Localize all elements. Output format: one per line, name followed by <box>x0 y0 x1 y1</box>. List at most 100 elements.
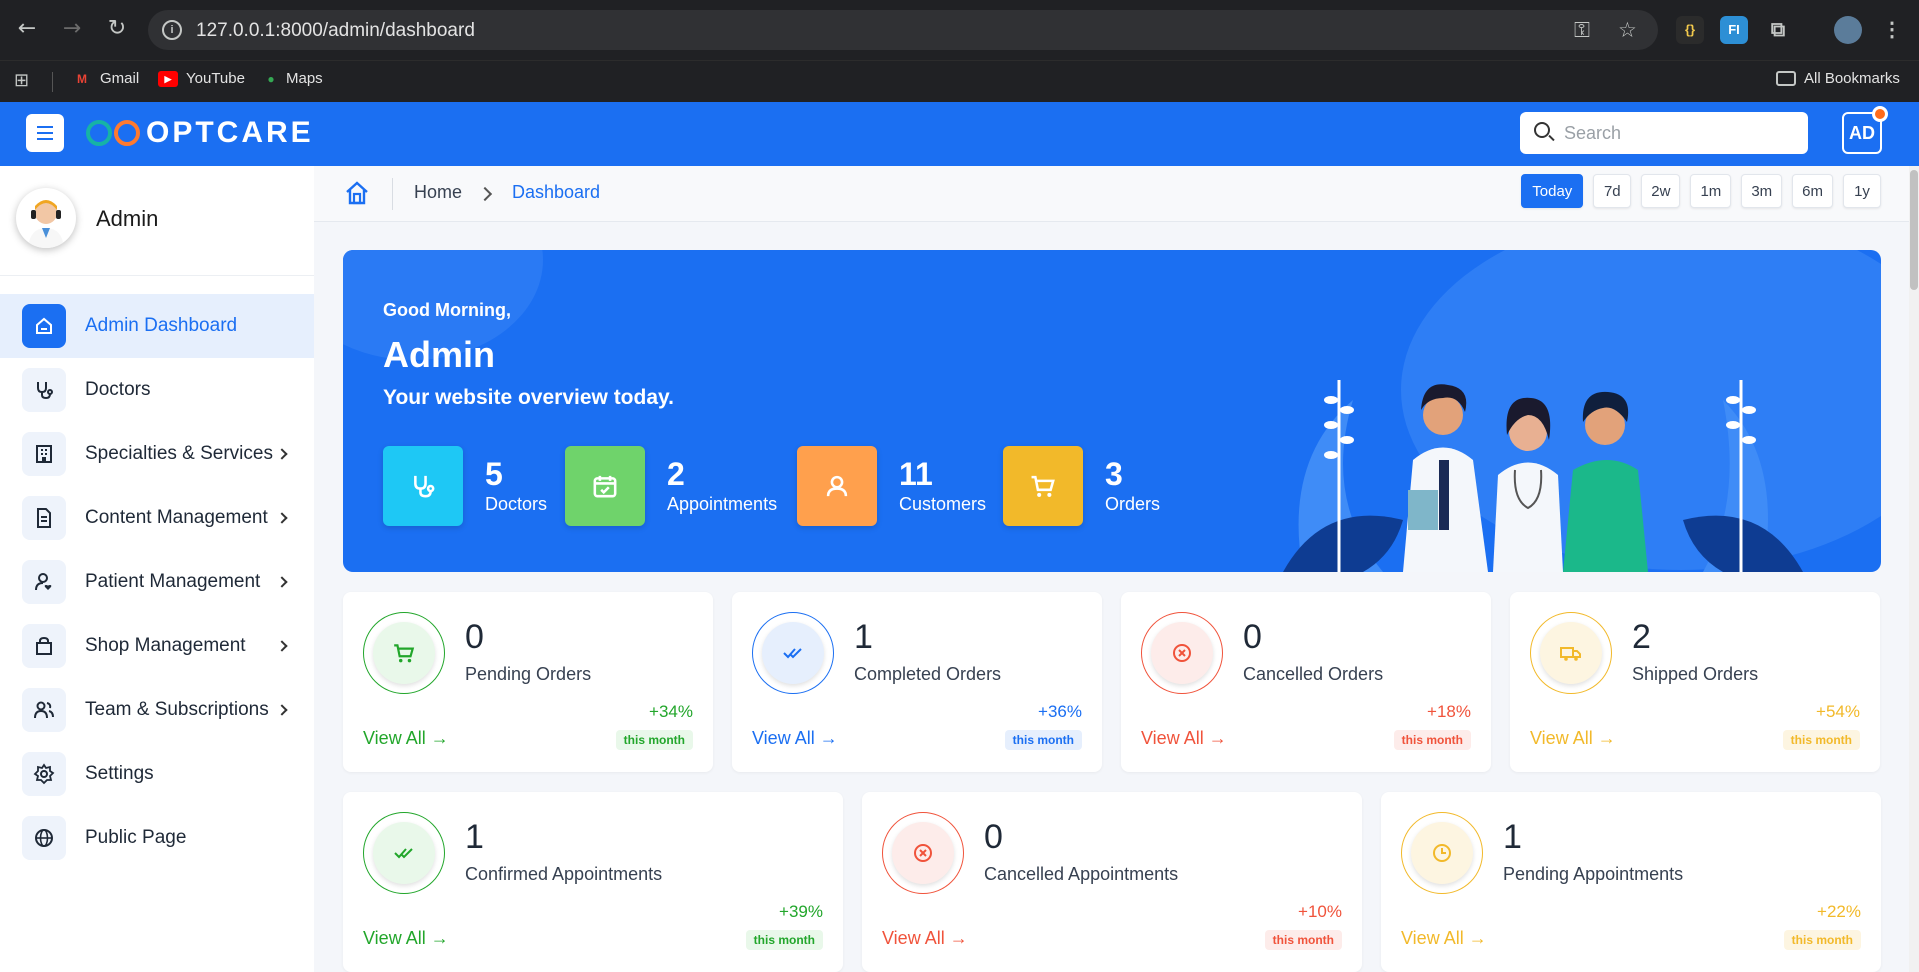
globe-icon <box>22 816 66 860</box>
truck-icon <box>1540 622 1602 684</box>
cart-icon <box>1003 446 1083 526</box>
bookmark-star-icon[interactable]: ☆ <box>1618 18 1637 42</box>
site-info-icon[interactable]: i <box>162 20 182 40</box>
range-today-button[interactable]: Today <box>1521 174 1584 208</box>
sidebar-item-admin-dashboard[interactable]: Admin Dashboard <box>0 294 314 358</box>
extensions-puzzle-icon[interactable]: ⧉ <box>1764 16 1792 44</box>
search-input[interactable] <box>1564 112 1794 154</box>
back-icon[interactable]: ← <box>12 14 42 44</box>
bookmark-youtube[interactable]: ▶ YouTube <box>158 70 245 87</box>
all-bookmarks[interactable]: All Bookmarks <box>1776 70 1900 87</box>
arrow-right-icon: → <box>430 728 449 748</box>
arrow-right-icon: → <box>949 928 968 948</box>
sidebar-item-settings[interactable]: Settings <box>0 742 314 806</box>
range-2w-button[interactable]: 2w <box>1641 174 1681 208</box>
user-icon <box>797 446 877 526</box>
card-label: Completed Orders <box>854 664 1002 684</box>
cart-icon <box>373 622 435 684</box>
url-text[interactable]: 127.0.0.1:8000/admin/dashboard <box>196 20 475 42</box>
range-1m-button[interactable]: 1m <box>1690 174 1732 208</box>
view-all-link[interactable]: View All → <box>1401 928 1487 949</box>
bookmark-maps[interactable]: ● Maps <box>264 70 322 87</box>
password-key-icon[interactable]: ⚿ <box>1574 18 1590 43</box>
scrollbar-thumb[interactable] <box>1910 170 1918 290</box>
user-avatar-button[interactable]: AD <box>1842 106 1888 154</box>
stat-card: 0 Cancelled Appointments +10% View All →… <box>862 792 1362 972</box>
profile-avatar-icon[interactable] <box>1834 16 1862 44</box>
stat-card: 0 Pending Orders +34% View All → this mo… <box>343 592 713 772</box>
greeting-text: Good Morning, <box>383 300 511 320</box>
chevron-right-icon <box>276 640 288 652</box>
address-bar[interactable]: i 127.0.0.1:8000/admin/dashboard ⚿ ☆ <box>148 10 1658 50</box>
building-icon <box>22 432 66 476</box>
extension-fi-icon[interactable]: FI <box>1720 16 1748 44</box>
sidebar-item-content-management[interactable]: Content Management <box>0 486 314 550</box>
sidebar-profile: Admin <box>0 166 314 276</box>
youtube-icon: ▶ <box>158 70 178 87</box>
range-6m-button[interactable]: 6m <box>1792 174 1833 208</box>
medical-team-illustration <box>1283 380 1803 572</box>
view-all-link[interactable]: View All → <box>752 728 838 749</box>
view-all-link[interactable]: View All → <box>1530 728 1616 749</box>
card-change-percent: +10% <box>1298 902 1342 921</box>
stat-doctors[interactable]: 5 Doctors <box>383 446 547 526</box>
reload-icon[interactable]: ↻ <box>102 14 132 44</box>
stat-customers[interactable]: 11 Customers <box>797 446 986 526</box>
menu-toggle-button[interactable] <box>26 114 64 152</box>
apps-grid-icon[interactable]: ⊞ <box>14 70 29 91</box>
period-badge: this month <box>1264 930 1342 950</box>
period-badge: this month <box>1782 730 1860 750</box>
brand-name: OPTCARE <box>146 116 314 149</box>
view-all-link[interactable]: View All → <box>363 928 449 949</box>
stat-card: 2 Shipped Orders +54% View All → this mo… <box>1510 592 1880 772</box>
notification-dot <box>1872 106 1888 122</box>
sidebar-item-specialties-services[interactable]: Specialties & Services <box>0 422 314 486</box>
bookmark-gmail[interactable]: M Gmail <box>72 70 139 87</box>
view-all-link[interactable]: View All → <box>882 928 968 949</box>
breadcrumb-divider <box>392 178 393 210</box>
card-value: 1 <box>465 818 484 856</box>
sidebar-item-shop-management[interactable]: Shop Management <box>0 614 314 678</box>
patient-icon <box>22 560 66 604</box>
stat-label: Doctors <box>485 493 548 514</box>
logo-rings-icon <box>86 120 140 146</box>
stat-orders[interactable]: 3 Orders <box>1003 446 1160 526</box>
chevron-right-icon <box>276 512 288 524</box>
stat-label: Orders <box>1105 493 1161 514</box>
chrome-menu-icon[interactable]: ⋮ <box>1878 16 1906 44</box>
card-change-percent: +36% <box>1038 702 1082 721</box>
period-badge: this month <box>1393 730 1471 750</box>
card-label: Pending Orders <box>465 664 592 684</box>
sidebar-item-patient-management[interactable]: Patient Management <box>0 550 314 614</box>
range-3m-button[interactable]: 3m <box>1741 174 1783 208</box>
stat-card: 0 Cancelled Orders +18% View All → this … <box>1121 592 1491 772</box>
sidebar-item-public-page[interactable]: Public Page <box>0 806 314 870</box>
folder-icon <box>1776 71 1796 86</box>
chevron-right-icon <box>276 704 288 716</box>
arrow-right-icon: → <box>1597 728 1616 748</box>
range-1y-button[interactable]: 1y <box>1843 174 1881 208</box>
sidebar-item-doctors[interactable]: Doctors <box>0 358 314 422</box>
view-all-link[interactable]: View All → <box>1141 728 1227 749</box>
card-change-percent: +39% <box>779 902 823 921</box>
extension-json-icon[interactable]: {} <box>1676 16 1704 44</box>
stat-card: 1 Confirmed Appointments +39% View All →… <box>343 792 843 972</box>
double-check-icon <box>762 622 824 684</box>
brand-logo[interactable]: OPTCARE <box>86 116 314 150</box>
card-label: Confirmed Appointments <box>465 864 663 884</box>
card-label: Cancelled Orders <box>1243 664 1384 684</box>
forward-icon[interactable]: → <box>57 14 87 44</box>
view-all-link[interactable]: View All → <box>363 728 449 749</box>
home-icon[interactable] <box>344 180 370 206</box>
gmail-icon: M <box>77 71 87 86</box>
card-change-percent: +18% <box>1427 702 1471 721</box>
bag-icon <box>22 624 66 668</box>
chevron-right-icon <box>276 448 288 460</box>
search-box[interactable] <box>1520 112 1808 154</box>
card-change-percent: +34% <box>649 702 693 721</box>
card-icon-ring <box>363 612 445 694</box>
range-7d-button[interactable]: 7d <box>1593 174 1632 208</box>
sidebar-item-team-subscriptions[interactable]: Team & Subscriptions <box>0 678 314 742</box>
breadcrumb-home[interactable]: Home <box>414 182 462 203</box>
stat-appointments[interactable]: 2 Appointments <box>565 446 777 526</box>
